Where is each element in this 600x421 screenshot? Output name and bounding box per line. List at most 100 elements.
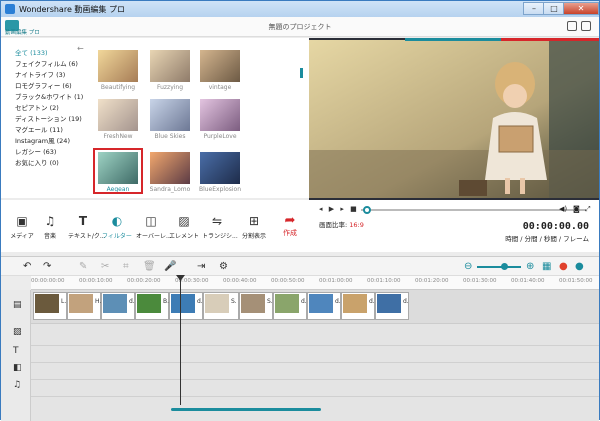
menu-icon[interactable] bbox=[581, 21, 591, 31]
delete-icon[interactable]: 🗑 bbox=[143, 261, 156, 272]
timeline-ruler[interactable]: 00:00:00:00 00:00:10:00 00:00:20:00 00:0… bbox=[31, 276, 599, 290]
ruler-tick: 00:00:20:00 bbox=[127, 278, 161, 284]
app-icon bbox=[5, 4, 15, 14]
snapshot-icon[interactable]: ◙ bbox=[573, 205, 580, 213]
back-arrow-icon[interactable]: ← bbox=[77, 44, 84, 53]
category-item[interactable]: レガシー (63) bbox=[15, 146, 56, 156]
timeline-scrollbar[interactable] bbox=[171, 408, 321, 411]
music-track[interactable] bbox=[31, 380, 599, 397]
tool-media[interactable]: ▣ メディア bbox=[7, 214, 37, 240]
filter-thumb[interactable]: Beautifying bbox=[98, 50, 138, 91]
window-title: Wondershare 動画編集 プロ bbox=[19, 4, 125, 14]
tool-element[interactable]: ▨ エレメント bbox=[169, 214, 199, 240]
selection-highlight bbox=[93, 148, 143, 194]
category-item[interactable]: ロモグラフィー (6) bbox=[15, 80, 72, 90]
volume-icon[interactable]: ◀) bbox=[559, 205, 567, 213]
undo-icon[interactable]: ↶ bbox=[23, 261, 31, 272]
aspect-value: 16:9 bbox=[349, 221, 364, 229]
tool-music[interactable]: ♫ 音楽 bbox=[35, 214, 65, 240]
filter-label: FreshNew bbox=[103, 133, 133, 140]
filter-thumb[interactable]: FreshNew bbox=[98, 99, 138, 140]
video-clip[interactable]: B. bbox=[135, 292, 169, 320]
clip-label: d. bbox=[369, 298, 375, 305]
tools-toolbar: ▣ メディア ♫ 音楽 T テキスト/ク... ◐ フィルター ◫ オーバーレ... ▨ エ… bbox=[1, 200, 309, 252]
tool-transition[interactable]: ⇋ トランジシ... bbox=[202, 214, 238, 240]
redo-icon[interactable]: ↷ bbox=[43, 261, 51, 272]
ruler-tick: 00:01:50:00 bbox=[559, 278, 593, 284]
record-mic-icon[interactable]: 🎤 bbox=[164, 261, 176, 272]
category-item[interactable]: Instagram風 (24) bbox=[15, 135, 70, 145]
app-window: Wondershare 動画編集 プロ – □ ✕ 動画編集 プロ 無題のプロジ… bbox=[0, 0, 600, 421]
zoom-in-icon[interactable]: ⊕ bbox=[526, 261, 534, 272]
video-clip[interactable]: d. bbox=[273, 292, 307, 320]
minimize-button[interactable]: – bbox=[523, 2, 545, 15]
filter-thumb[interactable]: Blue Skies bbox=[150, 99, 190, 140]
video-clip[interactable]: S. bbox=[239, 292, 273, 320]
filter-label: BlueExplosion bbox=[198, 186, 242, 193]
aspect-ratio[interactable]: 画面比率: 16:9 bbox=[319, 219, 364, 229]
clip-thumbnail bbox=[275, 294, 299, 313]
ruler-tick: 00:01:30:00 bbox=[463, 278, 497, 284]
filter-label: PurpleLove bbox=[203, 133, 237, 140]
save-icon[interactable] bbox=[567, 21, 577, 31]
category-item[interactable]: ナイトライフ (3) bbox=[15, 69, 65, 79]
image-track[interactable] bbox=[31, 324, 599, 346]
filter-scrollbar[interactable] bbox=[300, 68, 303, 78]
fullscreen-icon[interactable]: ⤢ bbox=[585, 205, 591, 214]
tool-label: オーバーレ... bbox=[136, 233, 172, 240]
category-item[interactable]: マグエール (11) bbox=[15, 124, 63, 134]
category-item[interactable]: ディストーション (19) bbox=[15, 113, 82, 123]
voiceover-icon[interactable]: ● bbox=[575, 261, 584, 272]
playback-buttons[interactable]: ◂ ▶ ▸ ■ bbox=[319, 205, 359, 213]
detach-icon[interactable]: ⇥ bbox=[197, 261, 205, 272]
filter-thumb[interactable]: vintage bbox=[200, 50, 240, 91]
element-track[interactable] bbox=[31, 363, 599, 380]
video-clip[interactable]: d. bbox=[341, 292, 375, 320]
zoom-knob[interactable] bbox=[501, 263, 508, 270]
text-track[interactable] bbox=[31, 346, 599, 363]
video-clip[interactable]: S. bbox=[203, 292, 239, 320]
record-icon[interactable]: ● bbox=[559, 261, 568, 272]
category-item[interactable]: セピアトン (2) bbox=[15, 102, 59, 112]
video-track-icon: ▤ bbox=[13, 300, 22, 310]
category-all[interactable]: 全て (133) bbox=[15, 47, 48, 57]
ruler-tick: 00:01:10:00 bbox=[367, 278, 401, 284]
video-clip[interactable]: L. bbox=[33, 292, 67, 320]
close-button[interactable]: ✕ bbox=[563, 2, 599, 15]
tool-overlay[interactable]: ◫ オーバーレ... bbox=[136, 214, 172, 240]
seek-knob[interactable] bbox=[363, 206, 371, 214]
make-button[interactable]: ➦ 作成 bbox=[283, 213, 297, 238]
video-clip[interactable]: d. bbox=[375, 292, 409, 320]
filter-thumb[interactable]: BlueExplosion bbox=[199, 152, 241, 193]
settings-icon[interactable]: ⚙ bbox=[219, 261, 228, 272]
app-header: 動画編集 プロ 無題のプロジェクト bbox=[1, 17, 599, 37]
clip-label: d. bbox=[403, 298, 409, 305]
zoom-out-icon[interactable]: ⊖ bbox=[464, 261, 472, 272]
zoom-slider[interactable] bbox=[477, 266, 521, 268]
filter-thumb[interactable]: Sandra_Lomo bbox=[150, 152, 190, 193]
maximize-button[interactable]: □ bbox=[543, 2, 565, 15]
fit-icon[interactable]: ▦ bbox=[542, 261, 551, 272]
category-item[interactable]: フェイクフィルム (6) bbox=[15, 58, 78, 68]
tool-filter[interactable]: ◐ フィルター bbox=[102, 214, 132, 240]
music-track-icon: ♫ bbox=[13, 380, 22, 390]
video-preview[interactable] bbox=[309, 38, 599, 200]
video-clip[interactable]: d. bbox=[169, 292, 203, 320]
crop-icon[interactable]: ⌗ bbox=[123, 261, 129, 272]
seek-bar[interactable] bbox=[361, 209, 585, 211]
tool-text[interactable]: T テキスト/ク... bbox=[68, 214, 106, 240]
title-bar[interactable]: Wondershare 動画編集 プロ – □ ✕ bbox=[1, 1, 599, 17]
video-clip[interactable]: d. bbox=[307, 292, 341, 320]
playhead[interactable] bbox=[180, 277, 181, 405]
video-track[interactable]: L. H. d. B. d. S. S. d. d. d. d. bbox=[31, 290, 599, 324]
filter-thumb[interactable]: Fuzzying bbox=[150, 50, 190, 91]
edit-icon[interactable]: ✎ bbox=[79, 261, 87, 272]
video-clip[interactable]: d. bbox=[101, 292, 135, 320]
category-item[interactable]: お気に入り (0) bbox=[15, 157, 59, 167]
category-item[interactable]: ブラック&ホワイト (1) bbox=[15, 91, 83, 101]
filter-category-sidebar: ← 全て (133) フェイクフィルム (6) ナイトライフ (3) ロモグラフ… bbox=[1, 38, 93, 198]
video-clip[interactable]: H. bbox=[67, 292, 101, 320]
cut-icon[interactable]: ✂ bbox=[101, 261, 109, 272]
tool-split-screen[interactable]: ⊞ 分割表示 bbox=[239, 214, 269, 240]
filter-thumb[interactable]: PurpleLove bbox=[200, 99, 240, 140]
